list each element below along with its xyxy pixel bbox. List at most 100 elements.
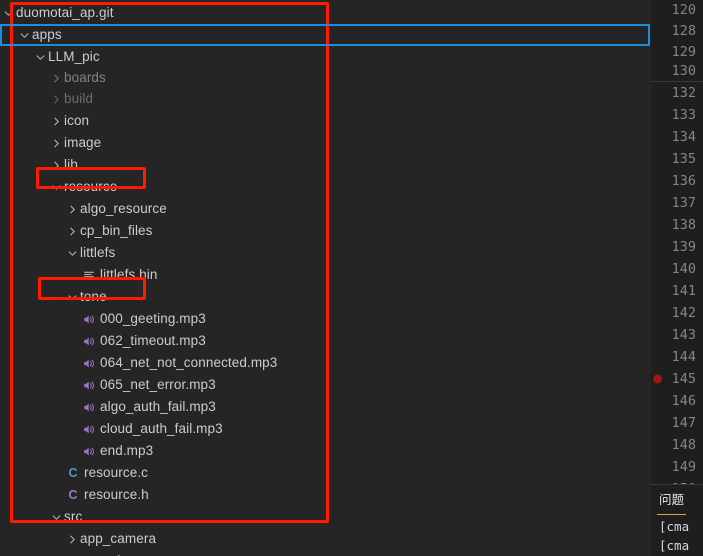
tree-row-label: app_camera [80,531,157,546]
tree-row-065_net_error.mp3[interactable]: 065_net_error.mp3 [0,374,283,396]
tree-row-label: resource [64,179,118,194]
line-number[interactable]: 143 [651,324,703,346]
tree-row-app_chat[interactable]: app_chat [0,550,283,556]
chevron-down-icon[interactable] [48,506,64,528]
tree-row-cp_bin_files[interactable]: cp_bin_files [0,220,283,242]
tree-row-icon[interactable]: icon [0,110,283,132]
terminal-line: [cma [659,538,690,553]
chevron-right-icon[interactable] [48,154,64,176]
line-number[interactable]: 139 [651,236,703,258]
chevron-down-icon[interactable] [64,286,80,308]
tree-row-label: littlefs.bin [100,267,158,282]
audio-file-icon [80,352,98,374]
panel-tab-bar[interactable]: 问题 [651,485,703,515]
line-number[interactable]: 144 [651,346,703,368]
tree-row-label: LLM_pic [48,49,100,64]
line-number[interactable]: 132 [651,82,703,104]
audio-file-icon [80,418,98,440]
chevron-right-icon[interactable] [48,110,64,132]
line-number[interactable]: 133 [651,104,703,126]
line-number[interactable]: 145 [651,368,703,390]
tree-row-lib[interactable]: lib [0,154,283,176]
tree-row-062_timeout.mp3[interactable]: 062_timeout.mp3 [0,330,283,352]
line-number[interactable]: 149 [651,456,703,478]
line-number[interactable]: 141 [651,280,703,302]
chevron-down-icon[interactable] [32,46,48,68]
tree-row-label: resource.c [84,465,149,480]
line-number-text: 137 [671,195,696,211]
line-number-text: 133 [671,107,696,123]
tree-row-algo_resource[interactable]: algo_resource [0,198,283,220]
tree-row-end.mp3[interactable]: end.mp3 [0,440,283,462]
tree-row-resource[interactable]: resource [0,176,283,198]
tree-row-build[interactable]: build [0,88,283,110]
binary-file-icon [80,264,98,286]
line-number-text: 141 [671,283,696,299]
vscode-window: duomotai_ap.git apps LLM_picboards build ico… [0,0,703,556]
tree-row-resource.h[interactable]: Cresource.h [0,484,283,506]
line-number[interactable]: 128 [651,20,703,42]
tree-row-littlefs[interactable]: littlefs [0,242,283,264]
chevron-down-icon[interactable] [64,550,80,556]
tree-row-064_net_not_connected.mp3[interactable]: 064_net_not_connected.mp3 [0,352,283,374]
chevron-right-icon[interactable] [64,220,80,242]
chevron-right-icon[interactable] [64,528,80,550]
line-number-gutter[interactable]: 120 128 129 130 132 133 134 135 136 137 138 139 140 1… [651,0,703,556]
tree-row-apps[interactable]: apps [0,24,283,46]
tree-row-label: app_chat [80,550,136,556]
line-number[interactable]: 138 [651,214,703,236]
tree-row-duomotai_ap.git[interactable]: duomotai_ap.git [0,2,283,24]
line-number[interactable]: 142 [651,302,703,324]
chevron-right-icon[interactable] [48,132,64,154]
audio-file-icon [80,330,98,352]
tree-row-tone[interactable]: tone [0,286,283,308]
chevron-down-icon[interactable] [48,176,64,198]
line-number[interactable]: 137 [651,192,703,214]
line-number[interactable]: 120 [651,0,703,20]
chevron-right-icon[interactable] [48,88,64,110]
tree-row-boards[interactable]: boards [0,68,283,88]
line-number[interactable]: 130 [651,62,703,80]
tree-row-label: image [64,135,102,150]
line-number[interactable]: 147 [651,412,703,434]
audio-file-icon [80,396,98,418]
c-source-file-icon: C [68,466,78,480]
chevron-down-icon[interactable] [64,242,80,264]
file-tree[interactable]: duomotai_ap.git apps LLM_picboards build ico… [0,2,283,556]
tree-row-label: cp_bin_files [80,223,153,238]
line-number-text: 143 [671,327,696,343]
tree-row-label: cloud_auth_fail.mp3 [100,421,223,436]
line-number-text: 146 [671,393,696,409]
tree-row-label: resource.h [84,487,149,502]
line-number[interactable]: 148 [651,434,703,456]
tree-row-label: tone [80,289,107,304]
line-number[interactable]: 140 [651,258,703,280]
tree-row-algo_auth_fail.mp3[interactable]: algo_auth_fail.mp3 [0,396,283,418]
tree-row-label: end.mp3 [100,443,154,458]
line-number[interactable]: 136 [651,170,703,192]
tree-row-src[interactable]: src [0,506,283,528]
tree-row-cloud_auth_fail.mp3[interactable]: cloud_auth_fail.mp3 [0,418,283,440]
tree-row-llm_pic[interactable]: LLM_pic [0,46,283,68]
line-number[interactable]: 135 [651,148,703,170]
chevron-down-icon[interactable] [0,2,16,24]
chevron-right-icon[interactable] [48,67,64,89]
tree-row-label: icon [64,113,90,128]
tree-row-littlefs.bin[interactable]: littlefs.bin [0,264,283,286]
line-number-text: 134 [671,129,696,145]
tree-row-app_camera[interactable]: app_camera [0,528,283,550]
tab-problems[interactable]: 问题 [657,485,687,515]
line-number[interactable]: 129 [651,42,703,62]
chevron-down-icon[interactable] [16,24,32,46]
breakpoint-marker[interactable] [653,374,662,384]
tree-row-image[interactable]: image [0,132,283,154]
tree-row-000_geeting.mp3[interactable]: 000_geeting.mp3 [0,308,283,330]
tree-row-resource.c[interactable]: Cresource.c [0,462,283,484]
chevron-right-icon[interactable] [64,198,80,220]
line-number[interactable]: 146 [651,390,703,412]
audio-file-icon [80,308,98,330]
line-number-text: 140 [671,261,696,277]
line-number[interactable]: 134 [651,126,703,148]
line-number-text: 136 [671,173,696,189]
tree-row-label: 064_net_not_connected.mp3 [100,355,278,370]
